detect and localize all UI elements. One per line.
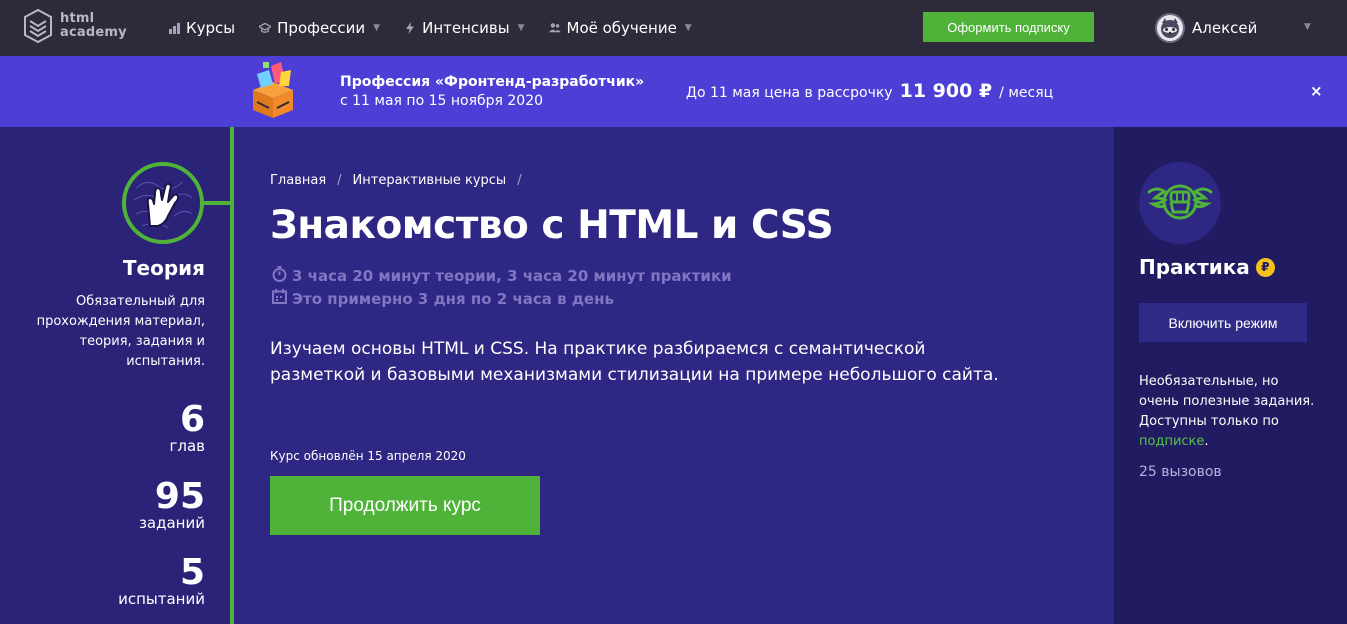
html-academy-logo[interactable]: html academy xyxy=(24,9,127,43)
avatar xyxy=(1155,13,1185,43)
course-updated: Курс обновлён 15 апреля 2020 xyxy=(270,449,466,463)
page-title: Знакомство с HTML и CSS xyxy=(270,203,834,248)
nav-label-professions: Профессии xyxy=(277,19,366,37)
nav-label-courses: Курсы xyxy=(186,19,236,37)
stat-trials-label: испытаний xyxy=(118,590,205,608)
vulcan-hand-icon xyxy=(129,169,197,237)
chart-bars-icon xyxy=(168,22,180,34)
promo-banner[interactable] xyxy=(0,56,1347,127)
users-icon xyxy=(548,22,561,34)
stopwatch-icon xyxy=(271,266,287,286)
user-name: Алексей xyxy=(1192,19,1258,37)
practice-title-text: Практика xyxy=(1139,255,1250,279)
course-duration-text: 3 часа 20 минут теории, 3 часа 20 минут … xyxy=(292,267,732,285)
lightning-icon xyxy=(404,22,416,34)
promo-box-illustration-icon xyxy=(253,62,293,118)
promo-price-prefix: До 11 мая цена в рассрочку xyxy=(686,85,893,101)
breadcrumb-separator: / xyxy=(337,173,342,188)
graduation-cap-icon xyxy=(259,22,272,34)
breadcrumb-separator: / xyxy=(517,173,522,188)
theory-description: Обязательный для прохождения материал, т… xyxy=(36,294,205,369)
stat-chapters-value: 6 xyxy=(179,399,205,440)
continue-course-button[interactable]: Продолжить курс xyxy=(270,476,540,535)
breadcrumb-home[interactable]: Главная xyxy=(270,173,326,188)
practice-description-text: Необязательные, но очень полезные задани… xyxy=(1139,374,1315,429)
course-duration: 3 часа 20 минут теории, 3 часа 20 минут … xyxy=(271,266,732,286)
practice-title: Практика ₽ xyxy=(1139,255,1275,279)
theory-badge xyxy=(122,162,204,244)
breadcrumb-interactive-courses[interactable]: Интерактивные курсы xyxy=(353,173,507,188)
stat-chapters-label: глав xyxy=(169,437,205,455)
promo-price: До 11 мая цена в рассрочку 11 900 ₽ / ме… xyxy=(686,80,1053,102)
promo-price-suffix: / месяц xyxy=(999,85,1054,101)
practice-badge xyxy=(1139,162,1221,244)
practice-description: Необязательные, но очень полезные задани… xyxy=(1139,372,1319,452)
stat-tasks-value: 95 xyxy=(154,476,205,517)
course-schedule-text: Это примерно 3 дня по 2 часа в день xyxy=(292,289,614,308)
ruble-coin-icon: ₽ xyxy=(1255,257,1275,277)
chevron-down-icon: ▼ xyxy=(684,23,692,33)
logo-line-2: academy xyxy=(60,25,127,40)
challenges-count: 25 вызовов xyxy=(1139,464,1222,480)
promo-price-amount: 11 900 ₽ xyxy=(899,80,993,102)
nav-item-professions[interactable]: Профессии ▼ xyxy=(259,0,380,56)
nav-label-intensives: Интенсивы xyxy=(422,19,510,37)
chevron-down-icon[interactable]: ▼ xyxy=(1304,22,1311,32)
progress-connector xyxy=(200,201,230,205)
subscription-link[interactable]: подписке xyxy=(1139,434,1204,449)
stat-trials-value: 5 xyxy=(179,552,205,593)
close-icon[interactable]: × xyxy=(1310,82,1323,100)
top-header: html academy Курсы Профессии ▼ Интенсивы… xyxy=(0,0,1347,56)
course-description: Изучаем основы HTML и CSS. На практике р… xyxy=(270,339,999,385)
practice-description-end: . xyxy=(1204,434,1209,449)
chevron-down-icon: ▼ xyxy=(373,23,381,33)
theory-title: Теория xyxy=(122,256,205,280)
main-nav: Курсы Профессии ▼ Интенсивы ▼ Моё обучен… xyxy=(168,0,716,56)
winged-fist-icon xyxy=(1147,184,1213,220)
subscribe-button[interactable]: Оформить подписку xyxy=(923,12,1094,42)
stat-tasks-label: заданий xyxy=(138,514,205,532)
calendar-icon xyxy=(271,289,287,308)
breadcrumb: Главная / Интерактивные курсы / xyxy=(270,173,533,188)
nav-item-intensives[interactable]: Интенсивы ▼ xyxy=(404,0,525,56)
enable-mode-button[interactable]: Включить режим xyxy=(1139,303,1307,342)
nav-item-courses[interactable]: Курсы xyxy=(168,0,235,56)
raccoon-avatar-icon xyxy=(1161,18,1179,38)
course-schedule: Это примерно 3 дня по 2 часа в день xyxy=(271,289,614,308)
logo-text: html academy xyxy=(60,12,127,40)
chevron-down-icon: ▼ xyxy=(517,23,525,33)
promo-title[interactable]: Профессия «Фронтенд-разработчик» xyxy=(340,74,644,90)
user-menu[interactable]: Алексей xyxy=(1155,12,1257,44)
logo-icon xyxy=(24,9,52,43)
logo-line-1: html xyxy=(60,11,95,26)
nav-item-my-learning[interactable]: Моё обучение ▼ xyxy=(548,0,692,56)
nav-label-my-learning: Моё обучение xyxy=(566,19,677,37)
promo-dates: с 11 мая по 15 ноября 2020 xyxy=(340,93,544,109)
